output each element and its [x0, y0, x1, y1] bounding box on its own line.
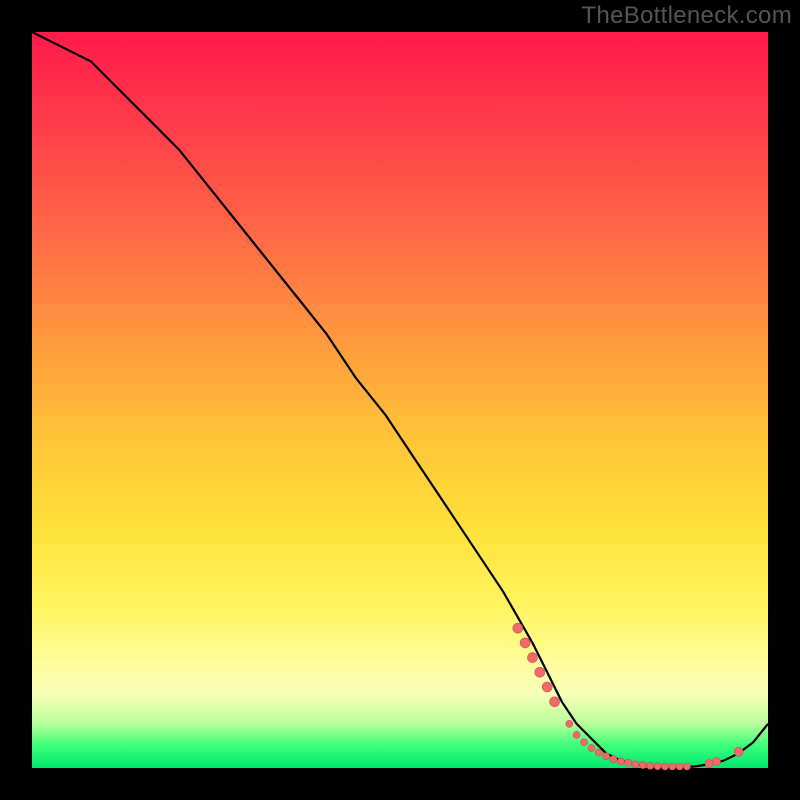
data-point-markers: [513, 623, 743, 770]
data-point: [550, 697, 560, 707]
data-point: [676, 763, 683, 770]
data-point: [684, 763, 691, 770]
data-point: [595, 749, 602, 756]
data-point: [581, 739, 588, 746]
data-point: [662, 763, 669, 770]
data-point: [528, 653, 538, 663]
data-point: [734, 747, 743, 756]
data-point: [632, 761, 639, 768]
bottleneck-curve-layer: [32, 32, 768, 768]
data-point: [654, 763, 661, 770]
chart-frame: TheBottleneck.com: [0, 0, 800, 800]
data-point: [610, 756, 617, 763]
data-point: [520, 638, 530, 648]
data-point: [669, 763, 676, 770]
data-point: [647, 762, 654, 769]
data-point: [713, 757, 721, 765]
data-point: [705, 760, 713, 768]
bottleneck-curve: [32, 32, 768, 767]
data-point: [639, 762, 646, 769]
data-point: [603, 753, 610, 760]
data-point: [566, 720, 573, 727]
watermark-text: TheBottleneck.com: [581, 2, 792, 30]
data-point: [513, 623, 523, 633]
data-point: [573, 731, 580, 738]
data-point: [535, 667, 545, 677]
data-point: [542, 682, 552, 692]
data-point: [588, 745, 595, 752]
data-point: [617, 758, 624, 765]
data-point: [625, 759, 632, 766]
